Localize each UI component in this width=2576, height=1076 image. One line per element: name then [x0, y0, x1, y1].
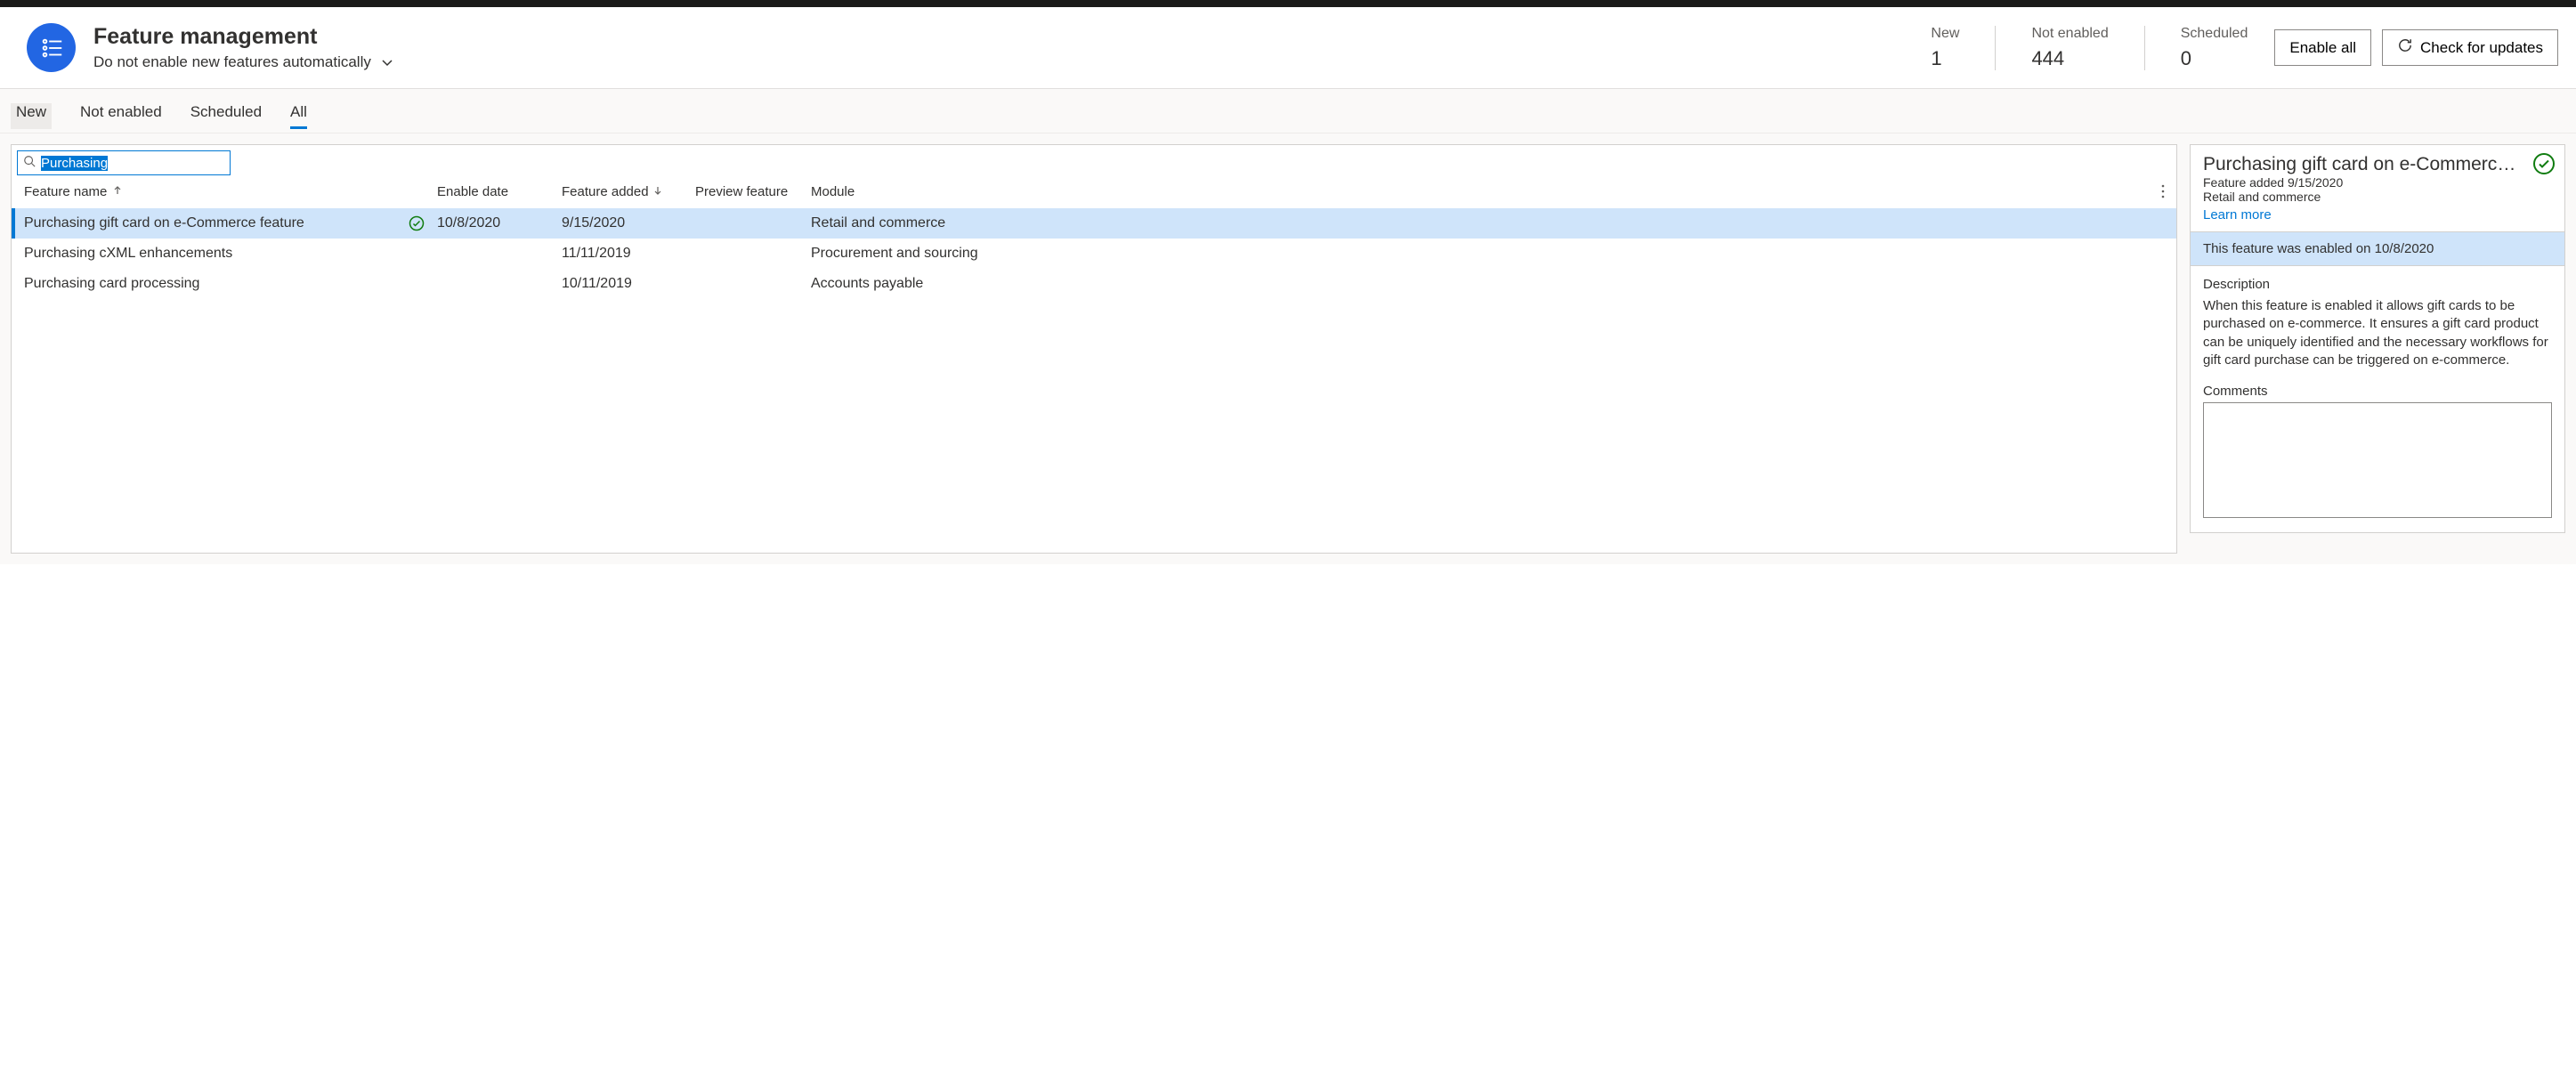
cell-enable-date: 10/8/2020: [432, 215, 556, 231]
cell-feature-name: Purchasing card processing: [19, 276, 401, 292]
stat-separator: [1995, 26, 1996, 70]
tab-not-enabled[interactable]: Not enabled: [80, 103, 162, 129]
stats-group: New 1 Not enabled 444 Scheduled 0: [1931, 26, 2248, 70]
enable-all-label: Enable all: [2289, 39, 2356, 57]
stat-scheduled-label: Scheduled: [2181, 26, 2248, 42]
stat-scheduled[interactable]: Scheduled 0: [2181, 26, 2248, 70]
table-row[interactable]: Purchasing cXML enhancements 11/11/2019 …: [12, 239, 2176, 269]
col-header-name-label: Feature name: [24, 184, 107, 199]
col-header-module[interactable]: Module: [806, 184, 2169, 199]
cell-feature-added: 10/11/2019: [556, 276, 690, 292]
detail-title: Purchasing gift card on e-Commerce f...: [2203, 154, 2523, 175]
cell-feature-added: 9/15/2020: [556, 215, 690, 231]
sort-asc-icon: [112, 184, 123, 199]
tab-new[interactable]: New: [11, 103, 52, 129]
comments-input[interactable]: [2203, 402, 2552, 518]
sort-desc-icon: [652, 184, 663, 199]
chevron-down-icon: [380, 55, 394, 69]
tabs-row: New Not enabled Scheduled All: [0, 89, 2576, 133]
stat-separator: [2144, 26, 2145, 70]
subtitle-dropdown[interactable]: Do not enable new features automatically: [93, 53, 394, 71]
feature-list-icon: [27, 23, 76, 72]
features-grid-panel: Purchasing Feature name Enable date Feat…: [11, 144, 2177, 554]
col-header-added-label: Feature added: [562, 184, 649, 199]
check-updates-button[interactable]: Check for updates: [2382, 29, 2558, 66]
learn-more-link[interactable]: Learn more: [2203, 207, 2272, 222]
detail-panel: Purchasing gift card on e-Commerce f... …: [2190, 144, 2565, 533]
table-row[interactable]: Purchasing card processing 10/11/2019 Ac…: [12, 269, 2176, 299]
window-top-bar: [0, 0, 2576, 7]
refresh-icon: [2397, 37, 2413, 58]
stat-not-enabled-value: 444: [2031, 47, 2108, 70]
search-box[interactable]: Purchasing: [17, 150, 231, 175]
check-updates-label: Check for updates: [2420, 39, 2543, 57]
tab-all[interactable]: All: [290, 103, 307, 129]
description-text: When this feature is enabled it allows g…: [2203, 297, 2552, 369]
enable-all-button[interactable]: Enable all: [2274, 29, 2371, 66]
page-header: Feature management Do not enable new fea…: [0, 7, 2576, 89]
status-enabled-icon: [2532, 152, 2556, 178]
stat-new[interactable]: New 1: [1931, 26, 1959, 70]
stat-new-value: 1: [1931, 47, 1959, 70]
grid-header-row: Feature name Enable date Feature added P…: [12, 175, 2176, 208]
col-header-name[interactable]: Feature name: [19, 184, 401, 199]
col-header-preview[interactable]: Preview feature: [690, 184, 806, 199]
detail-module: Retail and commerce: [2203, 190, 2552, 204]
detail-added-line: Feature added 9/15/2020: [2203, 175, 2552, 190]
stat-new-label: New: [1931, 26, 1959, 42]
grid-more-icon[interactable]: [2157, 184, 2169, 202]
cell-module: Accounts payable: [806, 276, 2169, 292]
search-icon: [23, 155, 36, 171]
subtitle-text: Do not enable new features automatically: [93, 53, 371, 71]
cell-module: Retail and commerce: [806, 215, 2169, 231]
table-row[interactable]: Purchasing gift card on e-Commerce featu…: [12, 208, 2176, 239]
cell-feature-name: Purchasing cXML enhancements: [19, 246, 401, 262]
page-title: Feature management: [93, 24, 394, 50]
description-label: Description: [2203, 277, 2552, 292]
cell-feature-name: Purchasing gift card on e-Commerce featu…: [19, 215, 401, 231]
enabled-check-icon: [401, 215, 432, 231]
col-header-enable-date[interactable]: Enable date: [432, 184, 556, 199]
tab-scheduled[interactable]: Scheduled: [190, 103, 262, 129]
stat-not-enabled[interactable]: Not enabled 444: [2031, 26, 2108, 70]
cell-feature-added: 11/11/2019: [556, 246, 690, 262]
enabled-banner: This feature was enabled on 10/8/2020: [2191, 231, 2564, 266]
col-header-feature-added[interactable]: Feature added: [556, 184, 690, 199]
stat-not-enabled-label: Not enabled: [2031, 26, 2108, 42]
cell-module: Procurement and sourcing: [806, 246, 2169, 262]
stat-scheduled-value: 0: [2181, 47, 2248, 70]
comments-label: Comments: [2203, 384, 2552, 399]
search-input-value: Purchasing: [41, 156, 108, 171]
